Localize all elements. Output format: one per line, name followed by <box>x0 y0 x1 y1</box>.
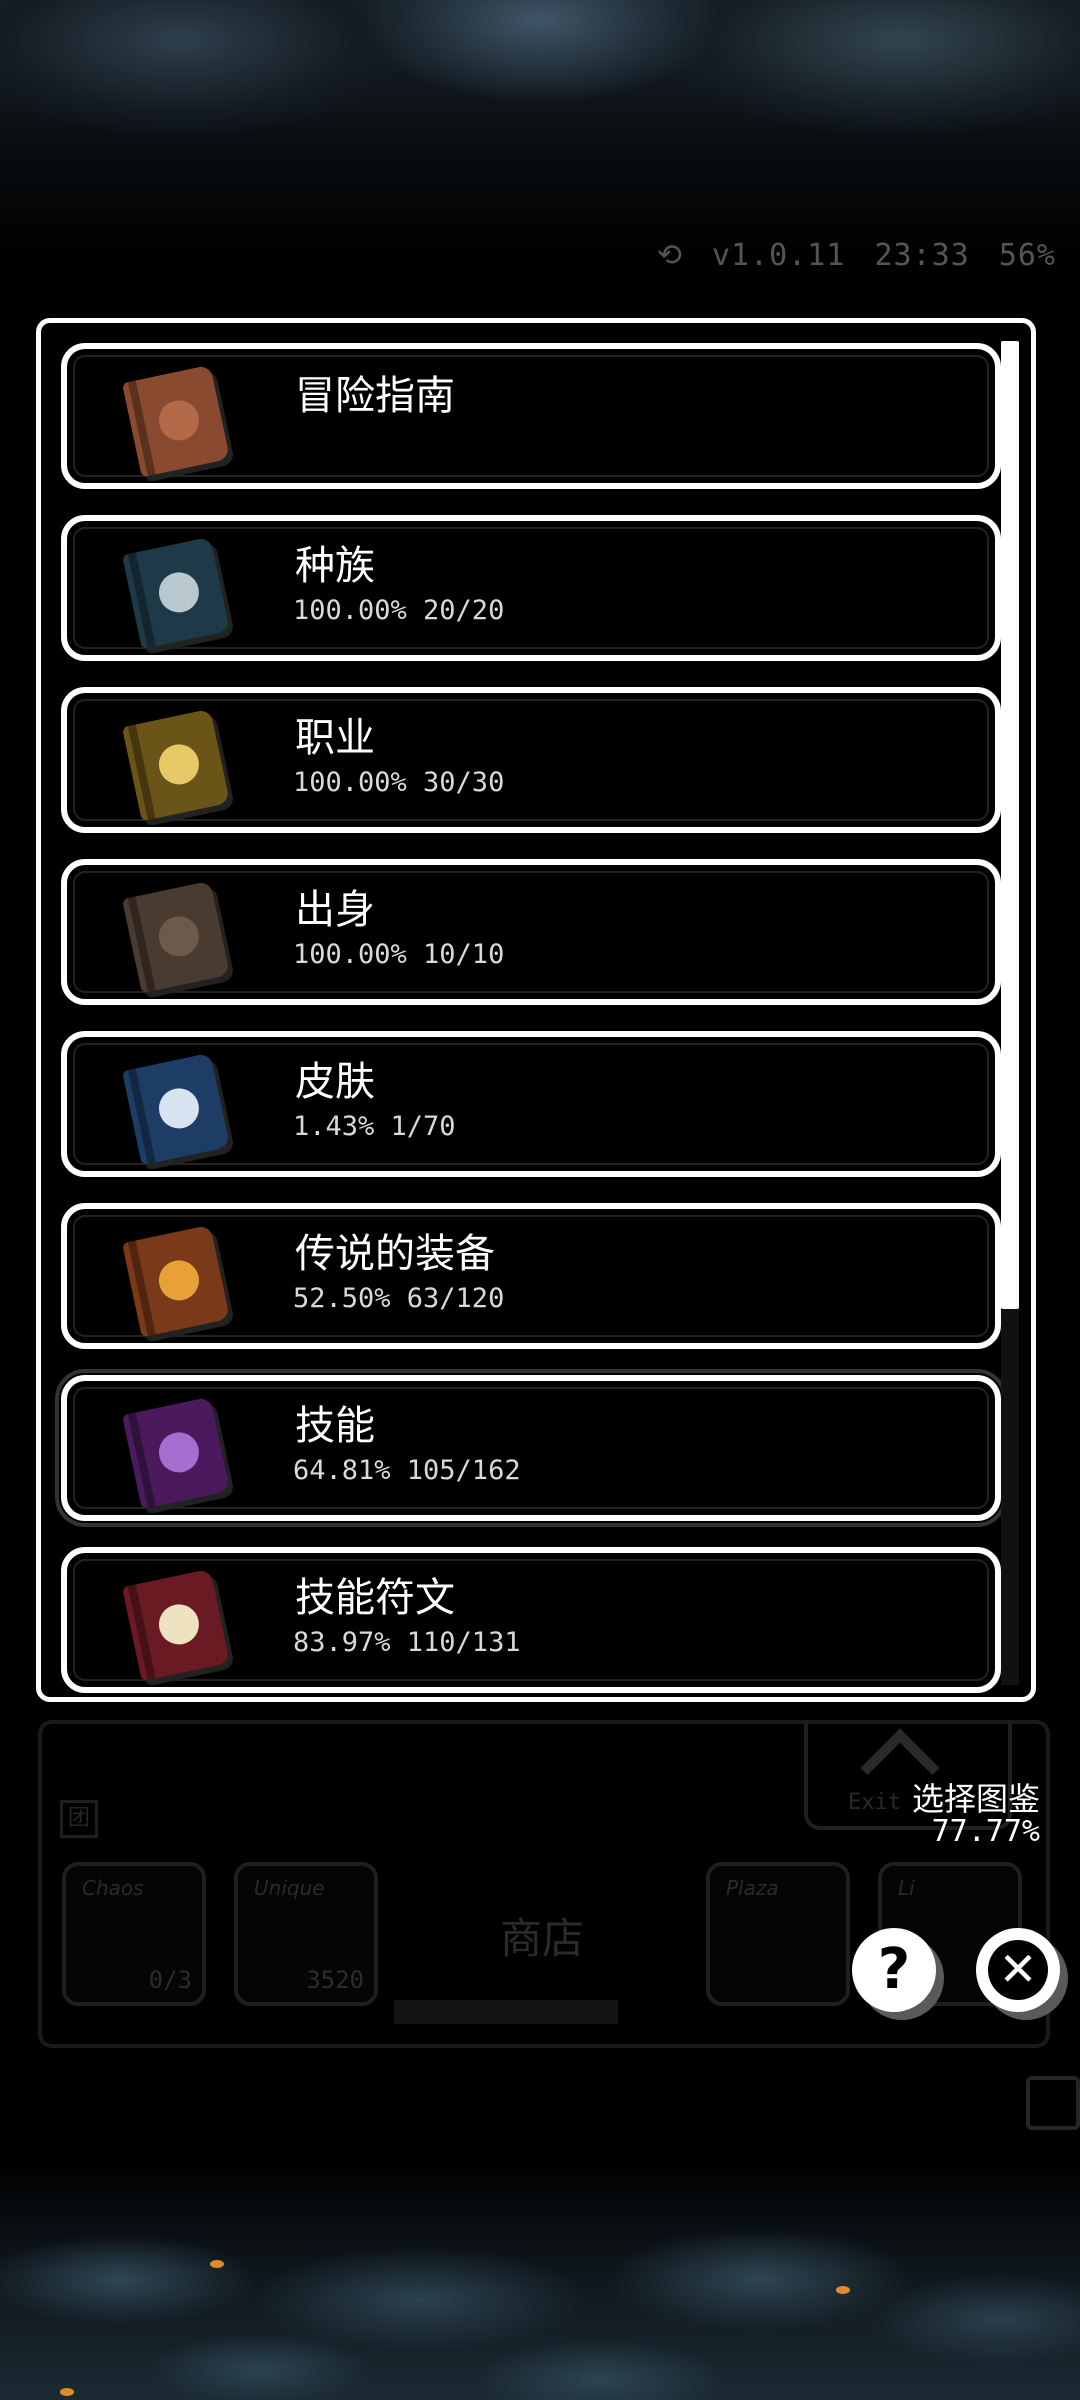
ember-decoration <box>836 2286 850 2294</box>
catalog-item-legendary-gear[interactable]: 传说的装备 52.50% 63/120 <box>61 1203 1001 1349</box>
catalog-panel: 冒险指南 种族 100.00% 20/20 职业 100.00% 30/30 出… <box>36 318 1036 1702</box>
item-stat: 64.81% 105/162 <box>293 1455 521 1486</box>
background-shop-label: 商店 <box>500 1914 585 1963</box>
skill-rune-book-icon <box>122 1568 230 1682</box>
bottom-ornament <box>0 2160 1080 2400</box>
item-stat: 52.50% 63/120 <box>293 1283 505 1314</box>
origin-book-icon <box>122 880 230 994</box>
slot-title: Chaos <box>82 1876 144 1900</box>
scrollbar-thumb[interactable] <box>1001 341 1019 1309</box>
question-icon: ? <box>877 1937 911 2002</box>
link-icon: ⟲ <box>656 238 683 273</box>
background-slot: Chaos 0/3 <box>62 1862 206 2006</box>
item-name: 技能 <box>295 1403 375 1449</box>
catalog-item-class[interactable]: 职业 100.00% 30/30 <box>61 687 1001 833</box>
skin-book-icon <box>122 1052 230 1166</box>
item-stat: 100.00% 30/30 <box>293 767 505 798</box>
item-name: 出身 <box>295 887 375 933</box>
catalog-item-race[interactable]: 种族 100.00% 20/20 <box>61 515 1001 661</box>
background-flag-icon: 团 <box>60 1800 98 1838</box>
catalog-item-skill-runes[interactable]: 技能符文 83.97% 110/131 <box>61 1547 1001 1693</box>
item-name: 种族 <box>295 543 375 589</box>
catalog-item-skills[interactable]: 技能 64.81% 105/162 <box>55 1369 1007 1527</box>
status-bar: ⟲ v1.0.11 23:33 56% <box>647 238 1056 273</box>
close-icon: ✕ <box>988 1940 1048 2000</box>
slot-title: Unique <box>254 1876 325 1900</box>
background-slot: Plaza <box>706 1862 850 2006</box>
skill-book-icon <box>122 1396 230 1510</box>
close-button[interactable]: ✕ <box>976 1928 1060 2012</box>
catalog-item-origin[interactable]: 出身 100.00% 10/10 <box>61 859 1001 1005</box>
ember-decoration <box>60 2388 74 2396</box>
race-book-icon <box>122 536 230 650</box>
item-name: 职业 <box>295 715 375 761</box>
clock-text: 23:33 <box>874 238 970 273</box>
overall-completion-percent: 77.77% <box>931 1814 1040 1849</box>
background-edit-icon <box>1026 2076 1080 2130</box>
item-stat: 100.00% 20/20 <box>293 595 505 626</box>
background-slot: Unique 3520 <box>234 1862 378 2006</box>
item-name: 冒险指南 <box>295 373 455 419</box>
catalog-item-skin[interactable]: 皮肤 1.43% 1/70 <box>61 1031 1001 1177</box>
item-stat: 100.00% 10/10 <box>293 939 505 970</box>
guide-book-icon <box>122 364 230 478</box>
item-name: 皮肤 <box>295 1059 375 1105</box>
item-stat: 1.43% 1/70 <box>293 1111 456 1142</box>
screen: ⟲ v1.0.11 23:33 56% 团 Chaos 0/3 Unique 3… <box>0 0 1080 2400</box>
battery-text: 56% <box>998 238 1056 273</box>
slot-title: Plaza <box>726 1876 779 1900</box>
catalog-item-guide[interactable]: 冒险指南 <box>61 343 1001 489</box>
ember-decoration <box>210 2260 224 2268</box>
item-stat: 83.97% 110/131 <box>293 1627 521 1658</box>
item-name: 传说的装备 <box>295 1231 495 1277</box>
help-button[interactable]: ? <box>852 1928 936 2012</box>
top-ornament <box>0 0 1080 260</box>
slot-title: Li <box>898 1876 915 1900</box>
slot-count: 3520 <box>306 1966 364 1994</box>
background-progress-bar <box>394 2000 618 2024</box>
legendary-gear-book-icon <box>122 1224 230 1338</box>
background-exit-label: Exit <box>848 1790 901 1815</box>
version-text: v1.0.11 <box>711 238 846 273</box>
slot-count: 0/3 <box>148 1966 192 1994</box>
class-book-icon <box>122 708 230 822</box>
item-name: 技能符文 <box>295 1575 455 1621</box>
